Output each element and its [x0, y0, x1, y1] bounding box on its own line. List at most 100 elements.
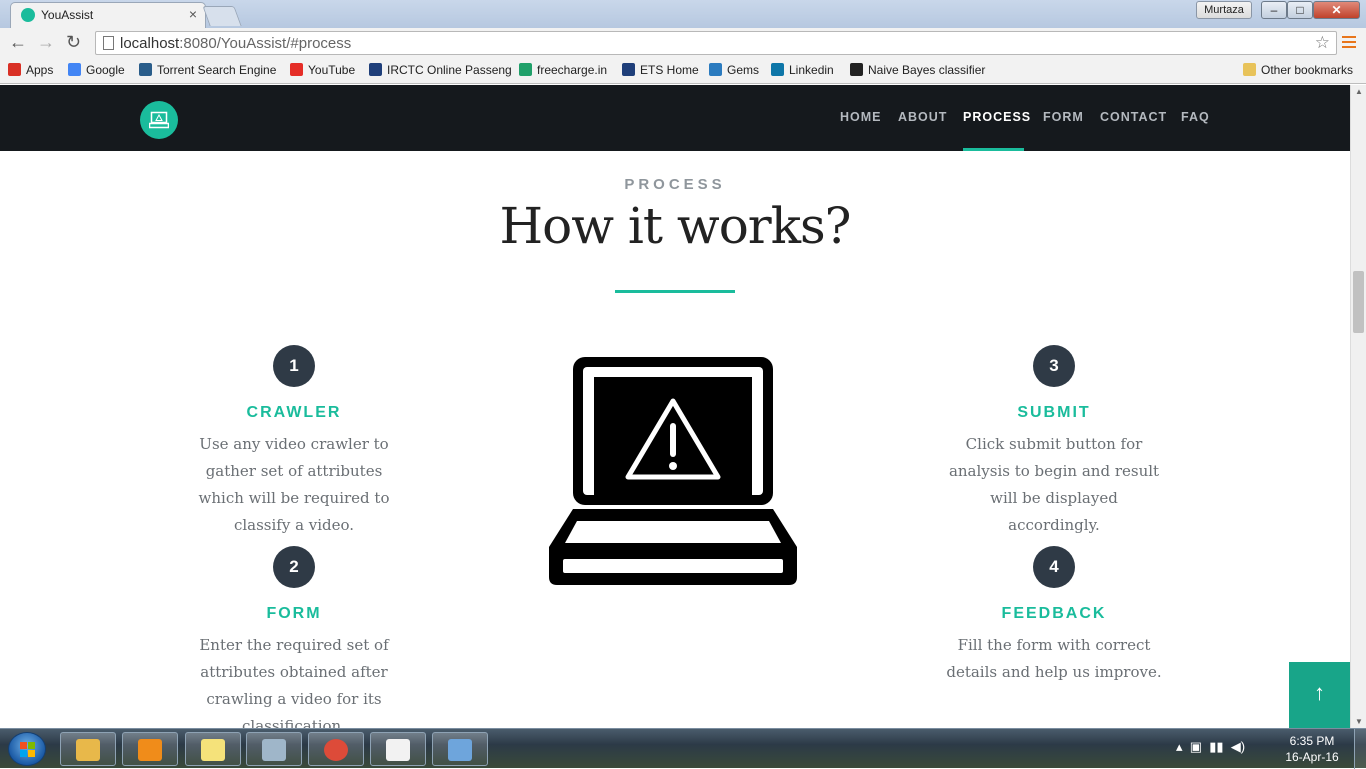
- step-title: FORM: [266, 605, 322, 622]
- minimize-button[interactable]: –: [1261, 1, 1287, 19]
- bookmark-apps[interactable]: Apps: [8, 63, 53, 77]
- bookmark-label: Torrent Search Engine: [157, 63, 277, 77]
- step-description: Use any video crawler to gather set of a…: [198, 435, 390, 534]
- windows-taskbar: ▴ ▣ ▮▮ ◀) 6:35 PM 16-Apr-16: [0, 728, 1366, 769]
- windows-logo-icon: [20, 742, 36, 758]
- scroll-up-icon[interactable]: ▲: [1355, 87, 1363, 96]
- browser-titlebar: YouAssist × Murtaza – □ ✕: [0, 0, 1366, 28]
- calculator-icon: [262, 739, 286, 761]
- bookmark-google[interactable]: Google: [68, 63, 125, 77]
- site-logo[interactable]: [140, 101, 178, 139]
- other-bookmarks-label: Other bookmarks: [1261, 63, 1354, 77]
- tex-icon: [386, 739, 410, 761]
- address-bar[interactable]: localhost:8080/YouAssist/#process ☆: [95, 31, 1337, 55]
- taskbar-media-player-button[interactable]: [122, 732, 178, 766]
- bookmark-ets-home[interactable]: ETS Home: [622, 63, 699, 77]
- title-divider: [615, 290, 735, 293]
- google-icon: [68, 63, 81, 76]
- tab-close-icon[interactable]: ×: [189, 6, 197, 22]
- bookmark-label: Google: [86, 63, 125, 77]
- taskbar-virtualbox-button[interactable]: [432, 732, 488, 766]
- tab-title: YouAssist: [41, 8, 94, 22]
- page-icon: [103, 36, 114, 50]
- bookmark-gems[interactable]: Gems: [709, 63, 759, 77]
- scroll-down-icon[interactable]: ▼: [1355, 717, 1363, 726]
- linkedin-icon: [771, 63, 784, 76]
- wikipedia-icon: [850, 63, 863, 76]
- laptop-warning-icon: [549, 357, 797, 585]
- arrow-up-icon: ↑: [1314, 680, 1325, 705]
- bookmark-star-icon[interactable]: ☆: [1315, 33, 1330, 53]
- bookmark-freecharge-in[interactable]: freecharge.in: [519, 63, 607, 77]
- step-description: Enter the required set of attributes obt…: [199, 636, 389, 728]
- step-title: CRAWLER: [246, 404, 342, 421]
- youtube-icon: [290, 63, 303, 76]
- chrome-icon: [324, 739, 348, 761]
- forward-arrow-icon[interactable]: →: [37, 32, 55, 53]
- torrent-icon: [139, 63, 152, 76]
- system-clock[interactable]: 6:35 PM 16-Apr-16: [1276, 733, 1348, 765]
- nav-faq[interactable]: FAQ: [1181, 110, 1210, 124]
- bookmark-label: Linkedin: [789, 63, 834, 77]
- close-window-button[interactable]: ✕: [1313, 1, 1360, 19]
- media-player-icon: [138, 739, 162, 761]
- other-bookmarks[interactable]: Other bookmarks: [1243, 63, 1353, 77]
- laptop-logo-icon: [149, 111, 169, 129]
- new-tab-button[interactable]: [202, 6, 242, 26]
- browser-tab[interactable]: YouAssist ×: [10, 2, 206, 28]
- nav-process[interactable]: PROCESS: [963, 110, 1031, 124]
- url-host: localhost: [120, 35, 180, 52]
- apps-grid-icon: [8, 63, 21, 76]
- clock-date: 16-Apr-16: [1285, 750, 1339, 764]
- step-number: 2: [273, 546, 315, 588]
- taskbar-tex-button[interactable]: [370, 732, 426, 766]
- nav-form[interactable]: FORM: [1043, 110, 1084, 124]
- bookmark-label: ETS Home: [640, 63, 699, 77]
- taskbar-sticky-notes-button[interactable]: [185, 732, 241, 766]
- bookmark-linkedin[interactable]: Linkedin: [771, 63, 834, 77]
- site-favicon-icon: [21, 8, 35, 22]
- back-arrow-icon[interactable]: ←: [9, 32, 27, 53]
- scrollbar-thumb[interactable]: [1353, 271, 1364, 333]
- folder-icon: [1243, 63, 1256, 76]
- bookmark-label: Naive Bayes classifier: [868, 63, 986, 77]
- page-scrollbar[interactable]: ▲ ▼: [1350, 85, 1366, 728]
- taskbar-chrome-button[interactable]: [308, 732, 364, 766]
- section-title: How it works?: [499, 197, 852, 255]
- section-label: PROCESS: [624, 176, 726, 193]
- taskbar-calculator-button[interactable]: [246, 732, 302, 766]
- active-nav-indicator: [963, 148, 1024, 151]
- maximize-button[interactable]: □: [1287, 1, 1313, 19]
- explorer-icon: [76, 739, 100, 761]
- step-number: 3: [1033, 345, 1075, 387]
- bookmark-torrent-search-engine[interactable]: Torrent Search Engine: [139, 63, 276, 77]
- page-viewport: HOME ABOUT PROCESS FORM CONTACT FAQ PROCESS H…: [0, 85, 1350, 728]
- step-number: 1: [273, 345, 315, 387]
- nav-about[interactable]: ABOUT: [898, 110, 947, 124]
- freecharge-icon: [519, 63, 532, 76]
- bookmark-naive-bayes-classifier[interactable]: Naive Bayes classifier: [850, 63, 985, 77]
- url-text[interactable]: localhost:8080/YouAssist/#process: [120, 35, 351, 52]
- virtualbox-icon: [448, 739, 472, 761]
- taskbar-explorer-button[interactable]: [60, 732, 116, 766]
- url-path: :8080/YouAssist/#process: [179, 35, 352, 52]
- tray-icons[interactable]: ▴ ▣ ▮▮ ◀): [1176, 739, 1245, 755]
- show-hidden-icons[interactable]: ▴: [1176, 739, 1183, 754]
- step-title: SUBMIT: [1017, 404, 1091, 421]
- chrome-menu-icon[interactable]: [1342, 36, 1356, 50]
- site-navbar: HOME ABOUT PROCESS FORM CONTACT FAQ: [0, 85, 1350, 151]
- step-description: Click submit button for analysis to begi…: [948, 435, 1160, 534]
- profile-button[interactable]: Murtaza: [1196, 1, 1252, 19]
- step-description: Fill the form with correct details and h…: [946, 636, 1162, 681]
- ets-icon: [622, 63, 635, 76]
- nav-home[interactable]: HOME: [840, 110, 882, 124]
- bookmark-label: Gems: [727, 63, 760, 77]
- start-button[interactable]: [8, 732, 46, 766]
- back-to-top-button[interactable]: ↑: [1289, 662, 1350, 728]
- reload-icon[interactable]: ↻: [66, 32, 81, 53]
- show-desktop-button[interactable]: [1354, 729, 1366, 769]
- step-title: FEEDBACK: [1001, 605, 1107, 622]
- bookmark-youtube[interactable]: YouTube: [290, 63, 355, 77]
- nav-contact[interactable]: CONTACT: [1100, 110, 1167, 124]
- bookmark-irctc-online-passeng[interactable]: IRCTC Online Passeng: [369, 63, 512, 77]
